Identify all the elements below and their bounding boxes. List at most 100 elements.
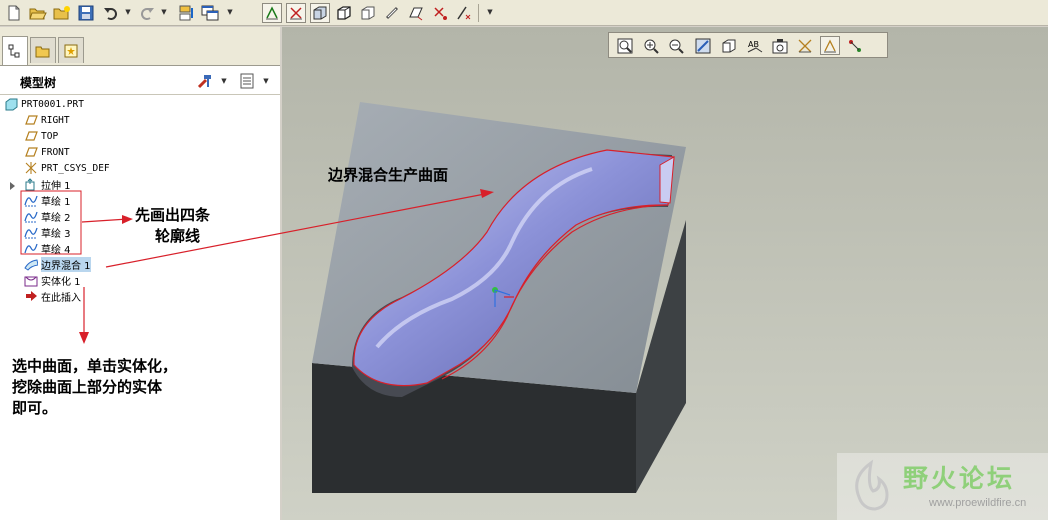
tree-item-csys[interactable]: PRT_CSYS_DEF: [24, 160, 110, 176]
datum-plane-icon: [24, 113, 38, 127]
forum-watermark: 野火论坛 www.proewildfire.cn: [837, 453, 1048, 520]
view-manager-icon[interactable]: [770, 36, 790, 55]
tree-item-label: FRONT: [41, 146, 70, 158]
csys-icon: [24, 161, 38, 175]
graphics-viewport[interactable]: AB: [282, 27, 1048, 520]
repaint-icon[interactable]: [693, 36, 713, 55]
model-tree-title: 模型树: [20, 76, 57, 90]
undo-dropdown-icon[interactable]: ▼: [124, 7, 132, 17]
sketch-note-line: 先画出四条: [135, 206, 211, 224]
tree-item-part[interactable]: PRT0001.PRT: [4, 96, 84, 112]
show-planes-icon[interactable]: [262, 3, 282, 23]
tree-item-insert-here[interactable]: 在此插入: [24, 288, 81, 304]
watermark-url: www.proewildfire.cn: [929, 497, 1027, 509]
saved-views-icon[interactable]: [719, 36, 739, 55]
expand-arrow-icon[interactable]: [9, 180, 17, 190]
tree-item-sketch-3[interactable]: 草绘 3: [24, 224, 71, 240]
tree-item-label: 草绘 1: [41, 196, 71, 208]
part-icon: [4, 97, 18, 111]
toolbar-separator: [478, 4, 479, 22]
undo-icon[interactable]: [101, 3, 121, 23]
favorites-icon: [64, 44, 78, 57]
open-folder-star-icon[interactable]: [52, 3, 72, 23]
navigator-tabs: [0, 27, 280, 65]
no-hidden-icon[interactable]: [334, 3, 354, 23]
surface-note: 边界混合生产曲面: [328, 166, 449, 184]
tree-item-label: TOP: [41, 130, 59, 142]
open-folder-icon[interactable]: [28, 3, 48, 23]
tree-settings-icon[interactable]: [196, 72, 214, 90]
windows-dropdown-icon[interactable]: ▼: [226, 7, 234, 17]
redo-icon[interactable]: [137, 3, 157, 23]
tree-item-label: 拉伸 1: [41, 180, 71, 192]
navigator-panel: 模型树 ▼ ▼ PRT0001.PRT RIGHT TOP FRONT PRT_…: [0, 27, 280, 520]
tree-columns-dropdown-icon[interactable]: ▼: [262, 76, 270, 86]
tree-item-label: 实体化 1: [41, 276, 81, 288]
show-csys-icon[interactable]: [286, 3, 306, 23]
model-tree: PRT0001.PRT RIGHT TOP FRONT PRT_CSYS_DEF…: [0, 95, 280, 520]
svg-text:AB: AB: [748, 40, 759, 49]
reorient-icon[interactable]: AB: [745, 36, 765, 55]
sketch-note: 先画出四条 轮廓线: [135, 205, 210, 247]
solidify-icon: [24, 273, 38, 287]
tree-item-label: PRT0001.PRT: [21, 98, 84, 110]
model-render: [312, 102, 686, 493]
boundary-blend-icon: [24, 257, 38, 271]
solidify-note-line: 挖除曲面上部分的实体: [12, 378, 163, 396]
toolbar-overflow-icon[interactable]: ▼: [486, 7, 494, 17]
tree-item-top-plane[interactable]: TOP: [24, 128, 58, 144]
refit-icon[interactable]: [615, 36, 635, 55]
datum-csys-toggle-icon[interactable]: [795, 36, 815, 55]
tree-item-solidify[interactable]: 实体化 1: [24, 272, 81, 288]
datum-planes-toggle-icon[interactable]: [820, 36, 840, 55]
tree-item-label: 草绘 4: [41, 244, 71, 256]
model-tree-header: 模型树 ▼ ▼: [0, 65, 280, 95]
main-toolbar: ▼ ▼ ▼ ▼: [0, 0, 1048, 26]
regenerate-icon[interactable]: [176, 3, 196, 23]
wireframe-icon[interactable]: [382, 3, 402, 23]
zoom-out-icon[interactable]: [666, 36, 686, 55]
flame-logo-icon: [855, 459, 889, 511]
tree-item-boundary-blend[interactable]: 边界混合 1: [24, 256, 91, 272]
shading-icon[interactable]: [310, 3, 330, 23]
hidden-line-icon[interactable]: [358, 3, 378, 23]
tree-item-sketch-2[interactable]: 草绘 2: [24, 208, 71, 224]
tab-model-tree[interactable]: [2, 36, 28, 65]
view-toolbar: AB: [608, 32, 888, 58]
datum-point-tool-icon[interactable]: [430, 3, 450, 23]
sketch-icon: [24, 193, 38, 207]
tree-settings-dropdown-icon[interactable]: ▼: [220, 76, 228, 86]
windows-icon[interactable]: [200, 3, 220, 23]
extrude-icon: [24, 177, 38, 191]
save-icon[interactable]: [76, 3, 96, 23]
solidify-note-line: 选中曲面，单击实体化，: [12, 357, 178, 375]
tree-columns-icon[interactable]: [238, 72, 256, 90]
new-file-icon[interactable]: [4, 3, 24, 23]
tree-item-label: PRT_CSYS_DEF: [41, 162, 110, 174]
tree-item-sketch-1[interactable]: 草绘 1: [24, 192, 71, 208]
tree-item-front-plane[interactable]: FRONT: [24, 144, 70, 160]
folder-browser-icon: [35, 46, 50, 57]
tree-item-label: 在此插入: [41, 292, 81, 304]
insert-here-icon: [24, 289, 38, 303]
sketch-icon: [24, 225, 38, 239]
datum-plane-icon: [24, 145, 38, 159]
tree-item-sketch-4[interactable]: 草绘 4: [24, 240, 71, 256]
tree-item-label: 边界混合 1: [41, 256, 91, 272]
tree-item-extrude[interactable]: 拉伸 1: [24, 176, 71, 192]
watermark-name: 野火论坛: [903, 464, 1016, 493]
datum-axis-tool-icon[interactable]: [454, 3, 474, 23]
redo-dropdown-icon[interactable]: ▼: [160, 7, 168, 17]
zoom-in-icon[interactable]: [641, 36, 661, 55]
model-tree-icon: [8, 44, 20, 58]
tree-item-label: 草绘 2: [41, 212, 71, 224]
solidify-note-line: 即可。: [12, 399, 58, 417]
datum-plane-tool-icon[interactable]: [406, 3, 426, 23]
tree-item-label: RIGHT: [41, 114, 70, 126]
tree-item-right-plane[interactable]: RIGHT: [24, 112, 70, 128]
tab-folder-browser[interactable]: [30, 37, 56, 63]
datum-plane-icon: [24, 129, 38, 143]
tab-favorites[interactable]: [58, 37, 84, 63]
solidify-note: 选中曲面，单击实体化， 挖除曲面上部分的实体 即可。: [12, 356, 177, 419]
datum-axes-toggle-icon[interactable]: [845, 36, 865, 55]
